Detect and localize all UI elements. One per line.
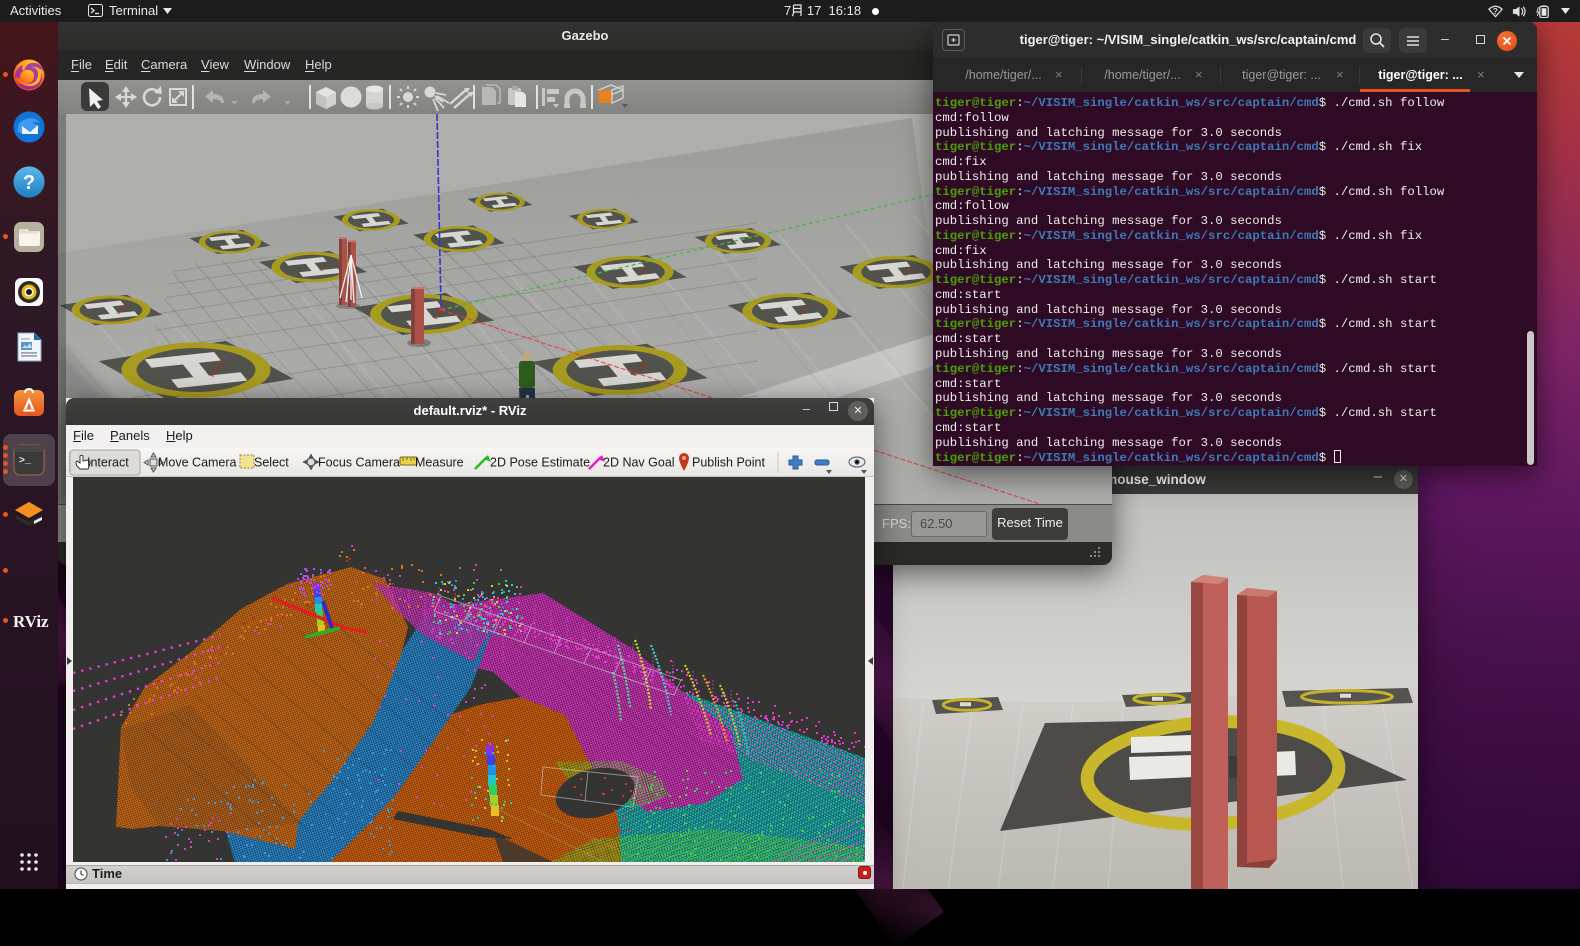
svg-text:>_: >_ [19, 456, 32, 467]
svg-text:2D Pose Estimate: 2D Pose Estimate [490, 456, 590, 470]
svg-text:?: ? [23, 172, 35, 194]
svg-text:?: ? [1493, 5, 1498, 15]
svg-text:RViz: RViz [13, 612, 49, 631]
svg-text:Move Camera: Move Camera [158, 456, 237, 470]
svg-text:Interact: Interact [87, 456, 129, 470]
svg-text:2D Nav Goal: 2D Nav Goal [603, 456, 675, 470]
svg-text:Publish Point: Publish Point [692, 456, 765, 470]
svg-text:Focus Camera: Focus Camera [318, 456, 400, 470]
svg-text:Select: Select [254, 456, 289, 470]
svg-text:Measure: Measure [415, 456, 464, 470]
